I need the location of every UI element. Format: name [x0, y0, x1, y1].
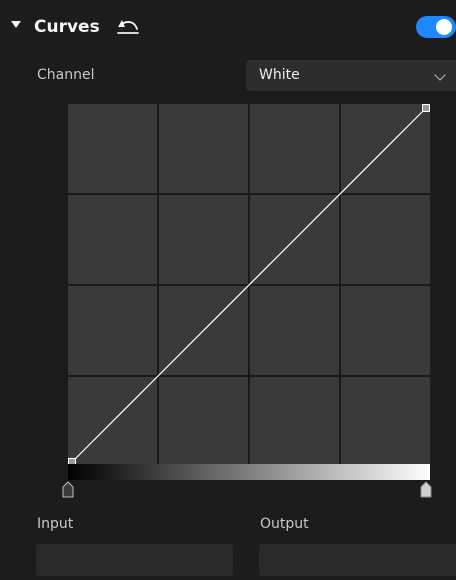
grid-cell — [250, 286, 339, 375]
curve-editor[interactable] — [68, 104, 430, 466]
curve-graph[interactable] — [68, 104, 430, 466]
grid-cell — [159, 377, 248, 466]
grid-cell — [250, 377, 339, 466]
output-label: Output — [260, 516, 309, 532]
grid-cell — [341, 286, 430, 375]
grid-cell — [68, 195, 157, 284]
white-point-handle[interactable] — [420, 481, 432, 498]
caret-down-icon[interactable] — [11, 21, 21, 28]
panel-title: Curves — [34, 17, 100, 37]
black-point-handle[interactable] — [62, 481, 74, 498]
input-field[interactable] — [36, 544, 233, 576]
channel-selected-value: White — [259, 67, 300, 83]
curves-panel: Curves Channel White Input Output — [0, 0, 456, 580]
grid-cell — [341, 377, 430, 466]
grid-cell — [68, 104, 157, 193]
enable-toggle[interactable] — [416, 16, 456, 38]
channel-label: Channel — [37, 67, 95, 83]
undo-icon[interactable] — [114, 16, 142, 38]
input-label: Input — [37, 516, 74, 532]
panel-header: Curves — [0, 0, 456, 56]
chevron-down-icon — [434, 69, 446, 81]
toggle-knob — [436, 19, 452, 35]
grid-cell — [68, 286, 157, 375]
channel-select[interactable]: White — [246, 60, 456, 91]
output-field[interactable] — [259, 544, 456, 576]
luminance-gradient-bar — [68, 464, 430, 480]
grid-cell — [159, 195, 248, 284]
grid-cell — [250, 104, 339, 193]
grid-cell — [341, 195, 430, 284]
grid-cell — [159, 104, 248, 193]
curve-point-white[interactable] — [422, 104, 430, 112]
